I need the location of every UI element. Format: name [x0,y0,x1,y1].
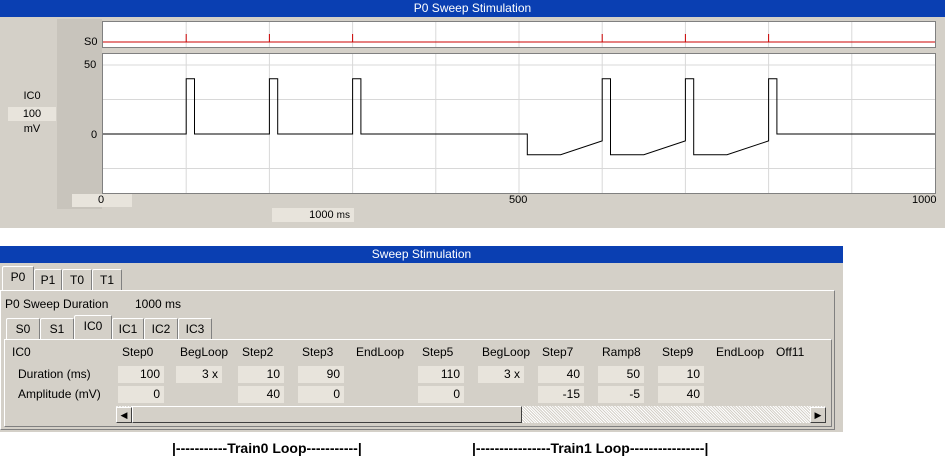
column-header: BegLoop [482,345,531,359]
duration-cell[interactable]: 110 [418,366,464,383]
column-header: Step5 [422,345,454,359]
row-label-duration: Duration (ms) [18,367,91,381]
duration-cell[interactable]: 50 [598,366,644,383]
train1-loop-annotation: |----------------Train1 Loop------------… [472,440,709,456]
amplitude-cell[interactable]: 0 [418,386,464,403]
amplitude-cell [478,386,524,403]
duration-cell[interactable]: 10 [238,366,284,383]
column-header: Step2 [242,345,274,359]
train0-loop-annotation: |-----------Train0 Loop-----------| [172,440,362,456]
duration-cell[interactable]: 90 [298,366,344,383]
amplitude-cell[interactable]: 40 [238,386,284,403]
tab-p0[interactable]: P0 [2,266,34,290]
duration-cell[interactable]: 10 [658,366,704,383]
tab-ic3[interactable]: IC3 [178,318,212,340]
plot-window-title: P0 Sweep Stimulation [0,0,945,17]
duration-cell [352,366,398,383]
duration-unit: ms [336,210,350,221]
amplitude-cell [352,386,398,403]
grid-title: IC0 [12,345,31,359]
column-header: EndLoop [356,345,405,359]
duration-cell[interactable]: 40 [538,366,584,383]
tab-s0[interactable]: S0 [6,318,40,340]
x-tick-500: 500 [509,194,528,206]
sweep-plot-window: P0 Sweep Stimulation S0 50 0 IC0 100 mV … [0,0,945,228]
tab-ic2[interactable]: IC2 [144,318,178,340]
tab-ic0[interactable]: IC0 [74,315,112,339]
column-header: Step9 [662,345,694,359]
duration-cell[interactable]: 3 x [176,366,222,383]
duration-value: 1000 [309,209,334,221]
sweep-duration-label: P0 Sweep Duration [5,297,109,311]
stimulation-editor-window: Sweep Stimulation P0 P1 T0 T1 P0 Sweep D… [0,246,843,432]
amplitude-cell[interactable]: -5 [598,386,644,403]
row-label-amplitude: Amplitude (mV) [18,387,101,401]
amplitude-cell[interactable]: -15 [538,386,584,403]
amplitude-cell [712,386,758,403]
sweep-duration-value[interactable]: 1000 ms [135,297,181,311]
tab-s1[interactable]: S1 [40,318,74,340]
x-tick-0: 0 [98,194,105,206]
column-header: EndLoop [716,345,765,359]
column-header: Step0 [122,345,154,359]
duration-cell [712,366,758,383]
tab-t0[interactable]: T0 [62,269,92,291]
right-arrow-icon[interactable]: ▶ [810,407,826,423]
x-tick-1000: 1000 [912,194,937,206]
column-header: BegLoop [180,345,229,359]
duration-field[interactable]: 1000 ms [272,208,354,222]
trigger-trace-svg [103,22,935,47]
amplitude-cell[interactable]: 40 [658,386,704,403]
scale-value-field[interactable]: 100 [8,107,56,121]
y-tick-0: 0 [91,129,98,141]
channel-label: IC0 [23,90,41,102]
trigger-plot [102,21,936,48]
waveform-svg [103,54,935,193]
left-arrow-icon[interactable]: ◀ [116,407,132,423]
duration-cell[interactable]: 100 [118,366,164,383]
amplitude-cell [176,386,222,403]
tab-t1[interactable]: T1 [92,269,122,291]
tab-p1[interactable]: P1 [34,269,62,291]
column-header: Off11 [776,345,805,359]
amplitude-cell [772,386,818,403]
editor-window-title: Sweep Stimulation [0,246,843,263]
y-tick-50: 50 [84,59,97,71]
amplitude-cell[interactable]: 0 [298,386,344,403]
main-plot [102,53,936,194]
scale-unit: mV [23,123,41,135]
scrollbar-thumb[interactable] [132,406,522,423]
column-header: Step3 [302,345,334,359]
column-header: Step7 [542,345,574,359]
duration-cell[interactable]: 3 x [478,366,524,383]
s0-label: S0 [84,36,98,48]
duration-cell [772,366,818,383]
column-header: Ramp8 [602,345,641,359]
amplitude-cell[interactable]: 0 [118,386,164,403]
tab-ic1[interactable]: IC1 [112,318,144,340]
